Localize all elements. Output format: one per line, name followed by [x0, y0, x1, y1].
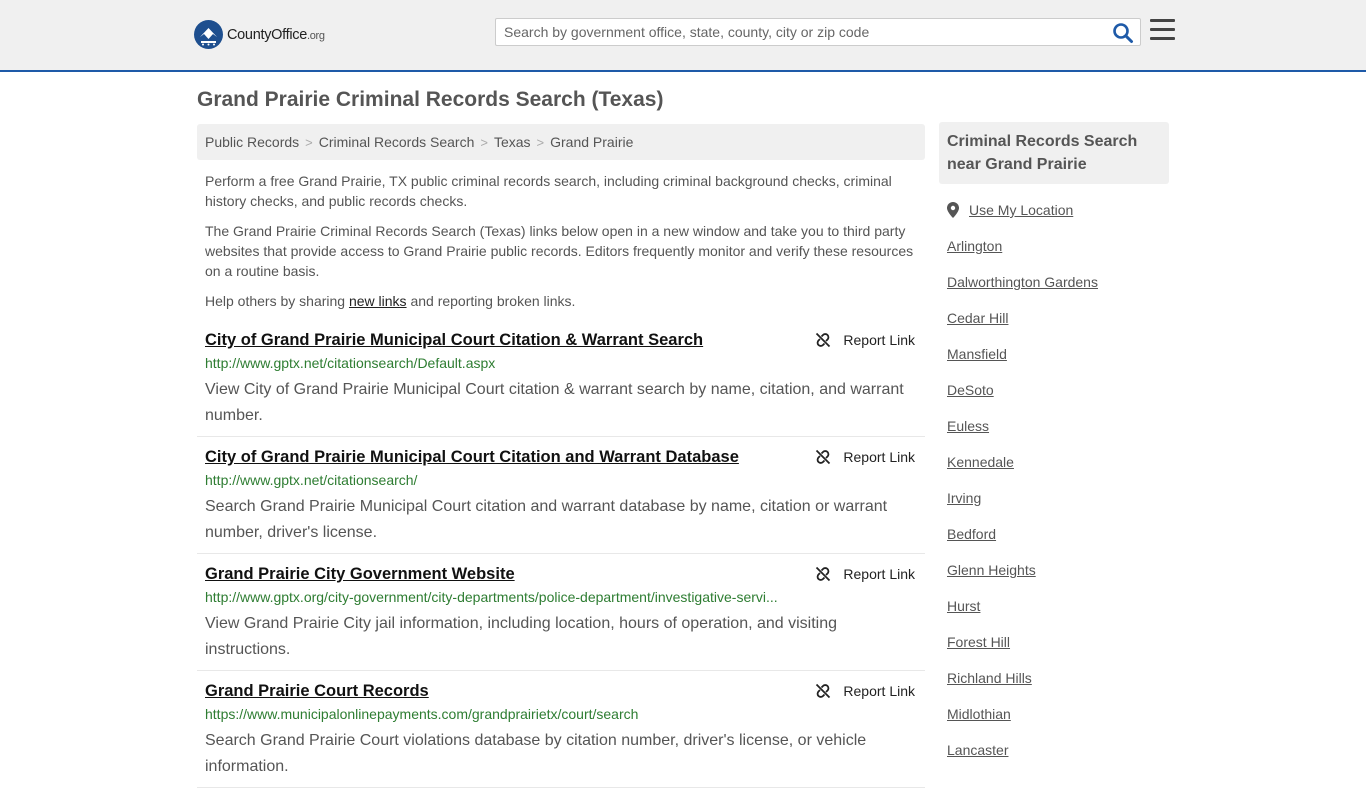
sidebar-city-list: Use My Location Arlington Dalworthington…	[947, 200, 1167, 760]
results-list: City of Grand Prairie Municipal Court Ci…	[197, 320, 925, 788]
search-icon[interactable]	[1112, 22, 1134, 44]
broken-link-icon	[816, 449, 831, 465]
result-description: View City of Grand Prairie Municipal Cou…	[205, 381, 904, 424]
result-item: Grand Prairie City Government Website ht…	[197, 554, 925, 671]
sidebar-city-link[interactable]: Glenn Heights	[947, 560, 1167, 580]
sidebar-city-link[interactable]: Euless	[947, 416, 1167, 436]
result-item: City of Grand Prairie Municipal Court Ci…	[197, 437, 925, 554]
intro-text: Perform a free Grand Prairie, TX public …	[205, 171, 917, 321]
sidebar-city-link[interactable]: Irving	[947, 488, 1167, 508]
sidebar-city-link[interactable]: Arlington	[947, 236, 1167, 256]
page-title: Grand Prairie Criminal Records Search (T…	[197, 88, 664, 111]
report-link-button[interactable]: Report Link	[815, 566, 915, 582]
result-title-link[interactable]: City of Grand Prairie Municipal Court Ci…	[205, 330, 795, 350]
report-link-button[interactable]: Report Link	[815, 449, 915, 465]
breadcrumb-separator: >	[480, 134, 488, 150]
result-description: Search Grand Prairie Municipal Court cit…	[205, 498, 888, 541]
result-url: http://www.gptx.org/city-government/city…	[205, 589, 778, 605]
use-my-location-link[interactable]: Use My Location	[969, 202, 1073, 218]
result-description: View Grand Prairie City jail information…	[205, 615, 838, 658]
result-url: http://www.gptx.net/citationsearch/	[205, 472, 418, 488]
hamburger-menu-icon[interactable]	[1150, 19, 1175, 41]
intro-paragraph-3: Help others by sharing new links and rep…	[205, 293, 576, 309]
sidebar-city-link[interactable]: Bedford	[947, 524, 1167, 544]
result-title-link[interactable]: City of Grand Prairie Municipal Court Ci…	[205, 447, 795, 467]
breadcrumb-public-records[interactable]: Public Records	[205, 134, 299, 150]
result-description: Search Grand Prairie Court violations da…	[205, 732, 867, 775]
sidebar-city-link[interactable]: Hurst	[947, 596, 1167, 616]
search-box	[495, 18, 1141, 46]
result-item: City of Grand Prairie Municipal Court Ci…	[197, 320, 925, 437]
site-logo[interactable]: CountyOffice.org	[194, 20, 325, 49]
result-title-link[interactable]: Grand Prairie Court Records	[205, 681, 795, 701]
result-title-link[interactable]: Grand Prairie City Government Website	[205, 564, 795, 584]
sidebar-city-link[interactable]: DeSoto	[947, 380, 1167, 400]
site-header: CountyOffice.org	[0, 0, 1366, 72]
broken-link-icon	[816, 566, 831, 582]
report-link-button[interactable]: Report Link	[815, 683, 915, 699]
sidebar-city-link[interactable]: Midlothian	[947, 704, 1167, 724]
sidebar-city-link[interactable]: Lancaster	[947, 740, 1167, 760]
broken-link-icon	[816, 332, 831, 348]
sidebar-city-link[interactable]: Dalworthington Gardens	[947, 272, 1167, 292]
broken-link-icon	[816, 683, 831, 699]
result-url: https://www.municipalonlinepayments.com/…	[205, 706, 639, 722]
breadcrumb-separator: >	[305, 134, 313, 150]
sidebar-city-link[interactable]: Forest Hill	[947, 632, 1167, 652]
logo-seal-icon	[194, 20, 223, 49]
map-pin-icon	[947, 202, 959, 218]
breadcrumb-separator: >	[536, 134, 545, 150]
sidebar-city-link[interactable]: Kennedale	[947, 452, 1167, 472]
breadcrumb-criminal-records[interactable]: Criminal Records Search	[319, 134, 475, 150]
breadcrumb-grand-prairie[interactable]: Grand Prairie	[550, 134, 633, 150]
logo-wordmark: CountyOffice.org	[227, 26, 325, 43]
intro-paragraph-2: The Grand Prairie Criminal Records Searc…	[205, 223, 914, 279]
report-link-button[interactable]: Report Link	[815, 332, 915, 348]
breadcrumb: Public Records > Criminal Records Search…	[197, 124, 925, 160]
result-url: http://www.gptx.net/citationsearch/Defau…	[205, 355, 496, 371]
intro-paragraph-1: Perform a free Grand Prairie, TX public …	[205, 173, 892, 209]
breadcrumb-texas[interactable]: Texas	[494, 134, 531, 150]
use-my-location[interactable]: Use My Location	[947, 200, 1167, 220]
sidebar-heading: Criminal Records Search near Grand Prair…	[939, 122, 1169, 184]
search-input[interactable]	[496, 19, 1106, 45]
sidebar-city-link[interactable]: Richland Hills	[947, 668, 1167, 688]
sidebar-city-link[interactable]: Cedar Hill	[947, 308, 1167, 328]
new-links-link[interactable]: new links	[349, 293, 407, 309]
sidebar-city-link[interactable]: Mansfield	[947, 344, 1167, 364]
result-item: Grand Prairie Court Records https://www.…	[197, 671, 925, 788]
